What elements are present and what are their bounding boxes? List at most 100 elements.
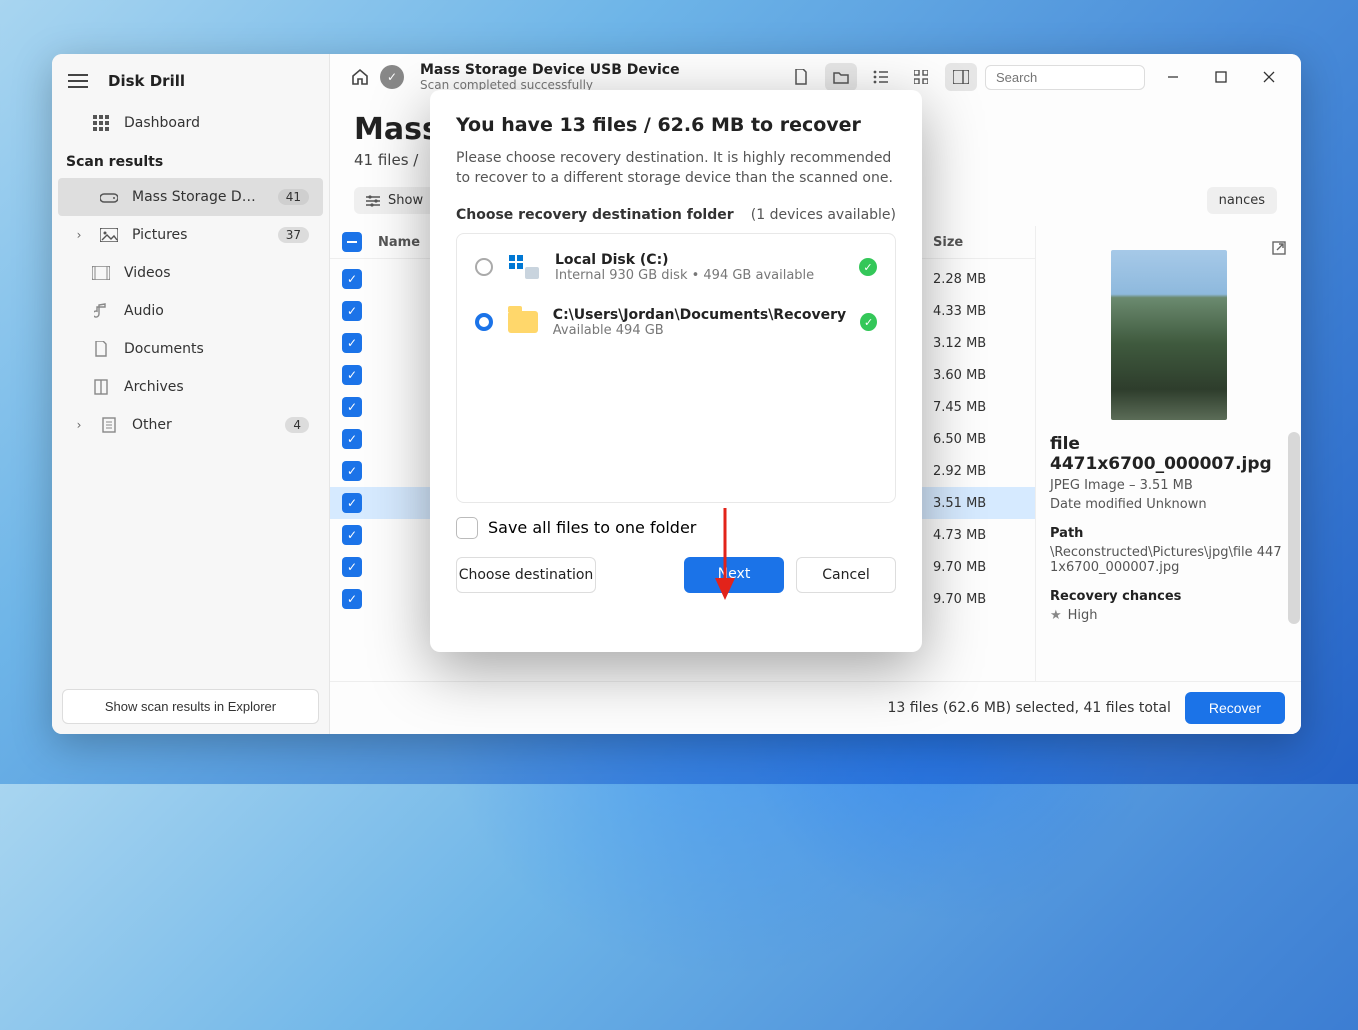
sidebar-item-videos[interactable]: Videos	[58, 254, 323, 292]
sidebar-item-pictures[interactable]: › Pictures 37	[58, 216, 323, 254]
column-name[interactable]: Name	[378, 235, 429, 250]
sidebar-item-device[interactable]: Mass Storage Device USB... 41	[58, 178, 323, 216]
recovery-destination-modal: You have 13 files / 62.6 MB to recover P…	[430, 90, 922, 652]
preview-chances: ★High	[1050, 608, 1287, 623]
preview-path: \Reconstructed\Pictures\jpg\file 4471x67…	[1050, 545, 1287, 575]
window-maximize-button[interactable]	[1201, 63, 1241, 91]
chevron-right-icon: ›	[72, 418, 86, 432]
status-bar: 13 files (62.6 MB) selected, 41 files to…	[330, 681, 1301, 734]
picture-icon	[100, 226, 118, 244]
view-list-icon[interactable]	[865, 63, 897, 91]
save-all-label: Save all files to one folder	[488, 518, 696, 537]
row-checkbox[interactable]	[342, 557, 362, 577]
row-checkbox[interactable]	[342, 461, 362, 481]
sidebar-item-label: Audio	[124, 303, 309, 319]
row-checkbox[interactable]	[342, 301, 362, 321]
destination-local-disk[interactable]: Local Disk (C:) Internal 930 GB disk • 4…	[459, 240, 893, 295]
window-close-button[interactable]	[1249, 63, 1289, 91]
view-file-icon[interactable]	[785, 63, 817, 91]
destination-recovery-folder[interactable]: C:\Users\Jordan\Documents\Recovery Avail…	[459, 295, 893, 350]
drive-icon	[100, 188, 118, 206]
file-size: 4.73 MB	[933, 528, 1023, 543]
sidebar-item-dashboard[interactable]: Dashboard	[58, 104, 323, 142]
other-icon	[100, 416, 118, 434]
next-button[interactable]: Next	[684, 557, 784, 593]
file-size: 3.12 MB	[933, 336, 1023, 351]
file-size: 9.70 MB	[933, 560, 1023, 575]
view-grid-icon[interactable]	[905, 63, 937, 91]
view-folder-icon[interactable]	[825, 63, 857, 91]
row-checkbox[interactable]	[342, 269, 362, 289]
choose-destination-button[interactable]: Choose destination	[456, 557, 596, 593]
radio-icon[interactable]	[475, 313, 493, 331]
sidebar-item-label: Archives	[124, 379, 309, 395]
row-checkbox[interactable]	[342, 333, 362, 353]
row-checkbox[interactable]	[342, 525, 362, 545]
home-icon[interactable]	[348, 65, 372, 89]
filter-label: nances	[1219, 193, 1265, 208]
preview-modified: Date modified Unknown	[1050, 497, 1287, 512]
file-size: 4.33 MB	[933, 304, 1023, 319]
destination-sub: Available 494 GB	[553, 323, 846, 338]
app-window: Disk Drill Dashboard Scan results Mass S…	[52, 54, 1301, 734]
app-title: Disk Drill	[108, 72, 185, 90]
recover-button[interactable]: Recover	[1185, 692, 1285, 724]
window-minimize-button[interactable]	[1153, 63, 1193, 91]
verified-icon: ✓	[859, 258, 877, 276]
file-size: 2.28 MB	[933, 272, 1023, 287]
sidebar-item-label: Other	[132, 417, 271, 433]
video-icon	[92, 264, 110, 282]
sidebar-item-other[interactable]: › Other 4	[58, 406, 323, 444]
verified-icon: ✓	[860, 313, 877, 331]
file-size: 3.51 MB	[933, 496, 1023, 511]
disk-icon	[507, 253, 541, 281]
preview-filename: file 4471x6700_000007.jpg	[1050, 434, 1287, 474]
status-text: 13 files (62.6 MB) selected, 41 files to…	[888, 700, 1171, 716]
checkbox-icon[interactable]	[456, 517, 478, 539]
file-size: 7.45 MB	[933, 400, 1023, 415]
destination-title: Local Disk (C:)	[555, 252, 845, 268]
search-input[interactable]	[985, 65, 1145, 90]
preview-kind: JPEG Image – 3.51 MB	[1050, 478, 1287, 493]
row-checkbox[interactable]	[342, 493, 362, 513]
sidebar-item-label: Documents	[124, 341, 309, 357]
row-checkbox[interactable]	[342, 365, 362, 385]
sidebar-item-documents[interactable]: Documents	[58, 330, 323, 368]
show-in-explorer-button[interactable]: Show scan results in Explorer	[62, 689, 319, 724]
select-all-checkbox[interactable]	[342, 232, 362, 252]
save-all-checkbox-row[interactable]: Save all files to one folder	[456, 517, 896, 539]
status-complete-icon: ✓	[380, 65, 404, 89]
search-field[interactable]	[996, 70, 1172, 85]
sidebar-item-label: Pictures	[132, 227, 264, 243]
count-badge: 37	[278, 227, 309, 243]
sidebar-item-audio[interactable]: Audio	[58, 292, 323, 330]
preview-panel: file 4471x6700_000007.jpg JPEG Image – 3…	[1035, 226, 1301, 681]
scrollbar-thumb[interactable]	[1288, 432, 1300, 624]
preview-chances-label: Recovery chances	[1050, 589, 1287, 604]
popout-icon[interactable]	[1271, 240, 1287, 260]
row-checkbox[interactable]	[342, 429, 362, 449]
menu-icon[interactable]	[68, 74, 88, 88]
star-icon: ★	[1050, 608, 1062, 623]
radio-icon[interactable]	[475, 258, 493, 276]
row-checkbox[interactable]	[342, 397, 362, 417]
view-preview-icon[interactable]	[945, 63, 977, 91]
preview-thumbnail	[1111, 250, 1227, 420]
dashboard-icon	[92, 114, 110, 132]
cancel-button[interactable]: Cancel	[796, 557, 896, 593]
count-badge: 41	[278, 189, 309, 205]
titlebar-title: Mass Storage Device USB Device	[420, 62, 680, 78]
modal-title: You have 13 files / 62.6 MB to recover	[456, 114, 896, 136]
filter-show[interactable]: Show	[354, 187, 435, 214]
chevron-right-icon: ›	[72, 228, 86, 242]
choose-folder-label: Choose recovery destination folder	[456, 207, 734, 223]
column-size[interactable]: Size	[933, 235, 1023, 250]
audio-icon	[92, 302, 110, 320]
row-checkbox[interactable]	[342, 589, 362, 609]
sidebar-item-label: Mass Storage Device USB...	[132, 189, 264, 205]
filter-chances[interactable]: nances	[1207, 187, 1277, 214]
file-size: 9.70 MB	[933, 592, 1023, 607]
sidebar-item-archives[interactable]: Archives	[58, 368, 323, 406]
destination-title: C:\Users\Jordan\Documents\Recovery	[553, 307, 846, 323]
file-size: 2.92 MB	[933, 464, 1023, 479]
